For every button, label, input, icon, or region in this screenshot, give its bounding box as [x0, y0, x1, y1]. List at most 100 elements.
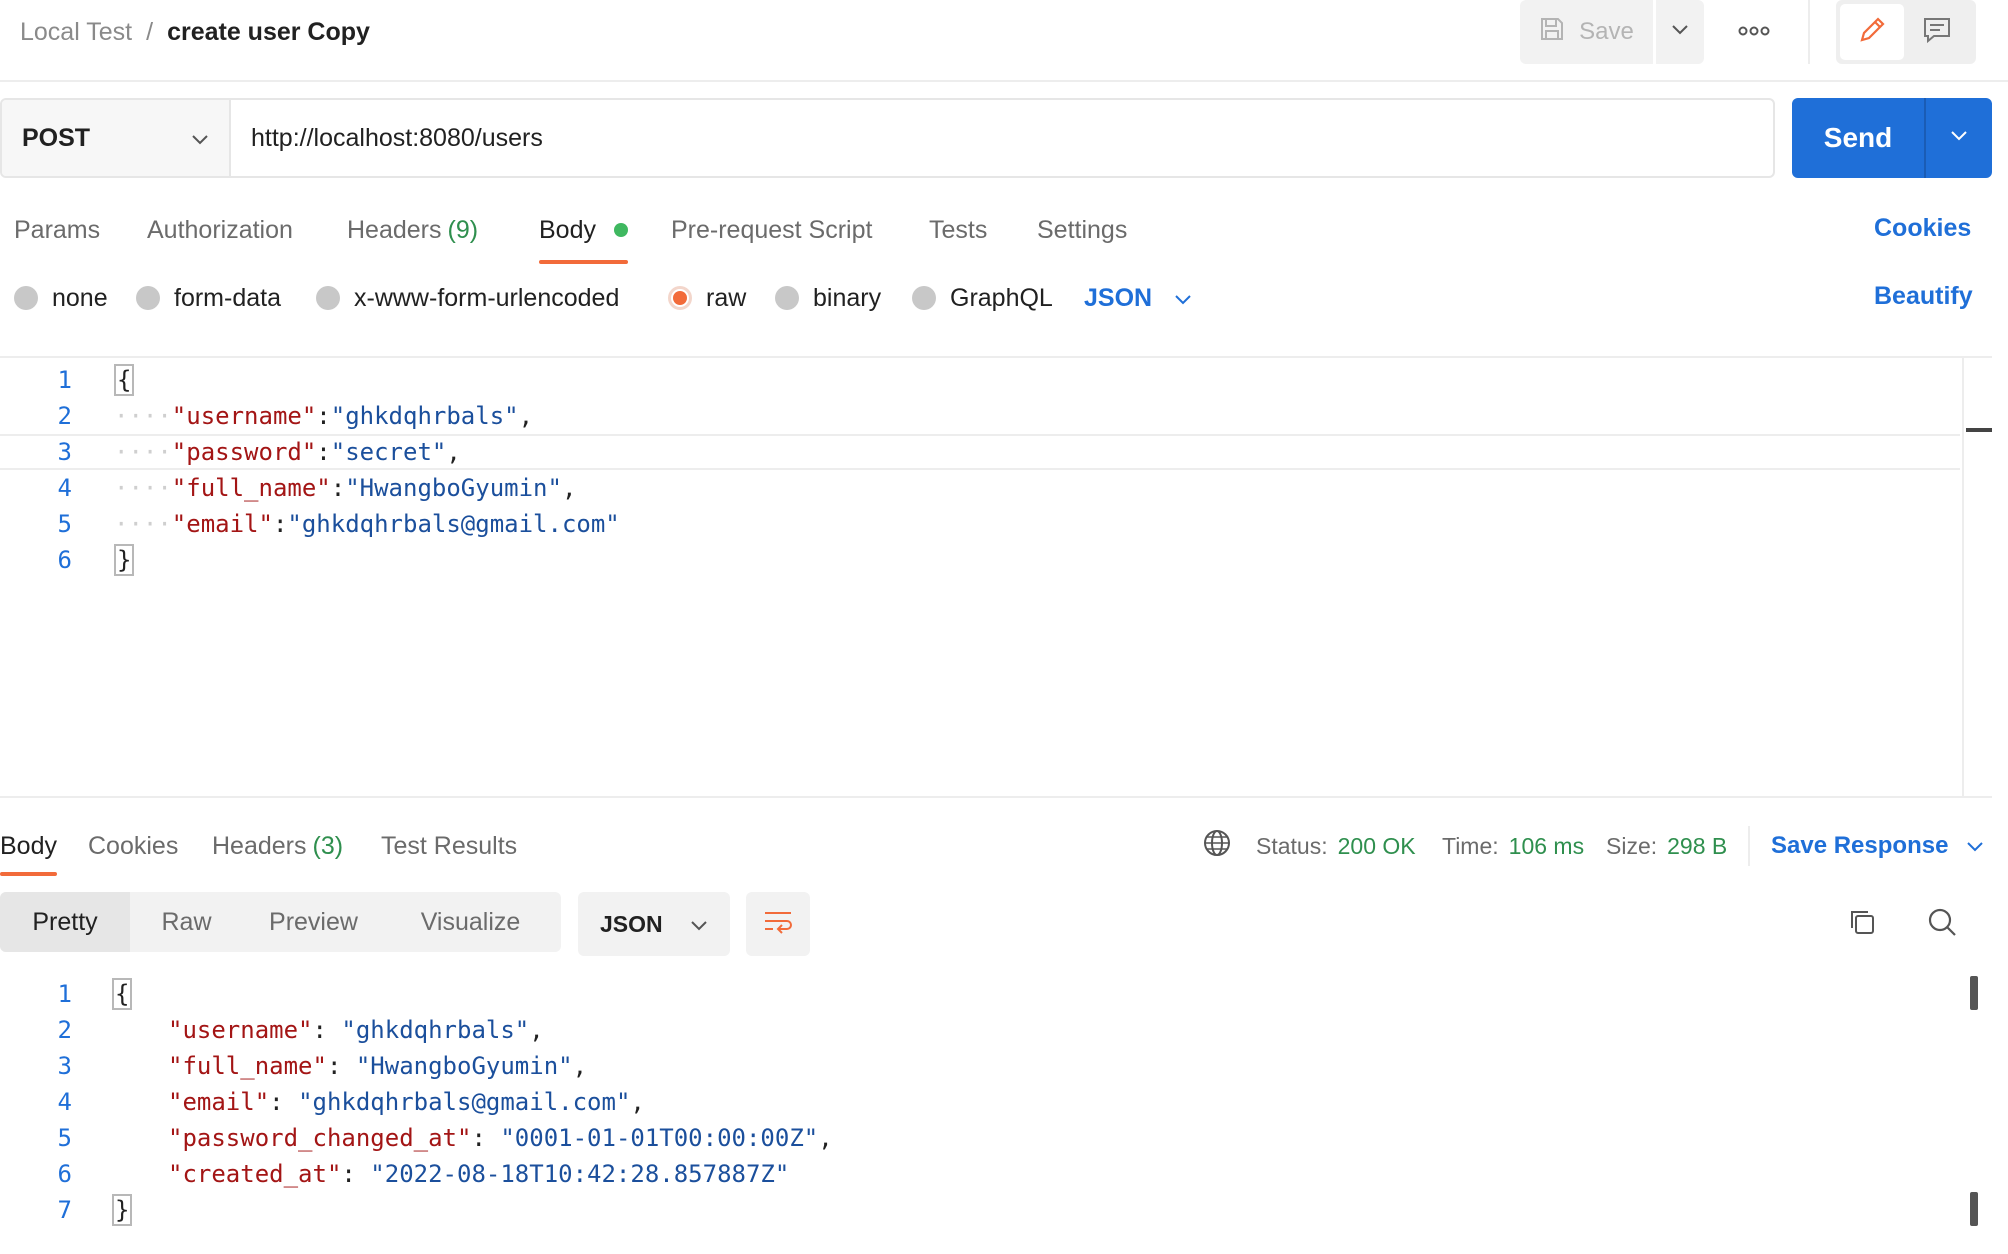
code-line: 6 } [0, 542, 1960, 578]
cookies-link[interactable]: Cookies [1874, 214, 1971, 243]
json-value: "2022-08-18T10:42:28.857887Z" [370, 1160, 790, 1188]
tab-settings[interactable]: Settings [1037, 204, 1127, 256]
tab-params[interactable]: Params [14, 204, 100, 256]
beautify-button[interactable]: Beautify [1874, 282, 1973, 311]
response-time[interactable]: Time: 106 ms [1442, 820, 1584, 872]
json-key: "full_name" [168, 1052, 327, 1080]
more-icon [1738, 23, 1770, 41]
status-label: Status: [1256, 832, 1328, 859]
response-tab-test-results[interactable]: Test Results [381, 820, 517, 872]
save-button[interactable]: Save [1520, 0, 1653, 64]
save-label: Save [1579, 18, 1634, 45]
response-status[interactable]: Status: 200 OK [1256, 820, 1416, 872]
response-body-viewer[interactable]: 1 { 2 "username": "ghkdqhrbals", 3 "full… [0, 972, 1992, 1254]
url-input[interactable]: http://localhost:8080/users [231, 100, 1773, 176]
json-key: "full_name" [171, 474, 331, 502]
network-info-button[interactable] [1202, 820, 1232, 872]
chevron-down-icon [1966, 832, 1984, 860]
view-tab-preview[interactable]: Preview [243, 892, 384, 952]
time-label: Time: [1442, 832, 1499, 859]
line-number: 3 [57, 1052, 72, 1080]
radio-form-data[interactable]: form-data [136, 278, 281, 318]
response-tab-body[interactable]: Body [0, 820, 57, 876]
json-value: "HwangboGyumin" [345, 474, 562, 502]
scrollbar-thumb-top[interactable] [1970, 976, 1978, 1010]
scrollbar-thumb[interactable] [1966, 428, 1992, 432]
json-key: "username" [171, 402, 317, 430]
scrollbar-thumb-bottom[interactable] [1970, 1192, 1978, 1226]
radio-urlencoded[interactable]: x-www-form-urlencoded [316, 278, 619, 318]
view-tab-pretty[interactable]: Pretty [0, 892, 130, 952]
radio-raw[interactable]: raw [668, 278, 746, 318]
chevron-down-icon [1950, 129, 1968, 147]
json-value: "ghkdqhrbals@gmail.com" [287, 510, 620, 538]
request-body-editor[interactable]: 1 { 2 ····"username":"ghkdqhrbals", 3 ··… [0, 356, 1992, 798]
save-options-button[interactable] [1656, 0, 1704, 64]
radio-label: GraphQL [950, 283, 1053, 312]
method-select[interactable]: POST [2, 100, 231, 176]
response-view-tabs: Pretty Raw Preview Visualize [0, 892, 561, 952]
radio-binary[interactable]: binary [775, 278, 881, 318]
code-line-active: 3 ····"password":"secret", [0, 434, 1960, 470]
breadcrumb-parent[interactable]: Local Test [20, 18, 132, 47]
line-number: 5 [57, 510, 72, 538]
more-actions-button[interactable] [1728, 12, 1780, 52]
size-value: 298 B [1667, 832, 1728, 859]
response-tab-cookies[interactable]: Cookies [88, 820, 178, 872]
tab-tests[interactable]: Tests [929, 204, 987, 256]
code-line: 7 } [0, 1192, 1960, 1228]
size-label: Size: [1606, 832, 1658, 859]
copy-button[interactable] [1838, 900, 1886, 948]
radio-dot-selected [668, 286, 692, 310]
format-label: JSON [600, 910, 663, 937]
line-number: 1 [57, 366, 72, 394]
code-line: 1 { [0, 362, 1960, 398]
radio-dot [775, 286, 799, 310]
json-key: "password" [171, 438, 317, 466]
send-options-button[interactable] [1926, 98, 1992, 178]
tab-label: Pre-request Script [671, 215, 873, 244]
radio-label: binary [813, 283, 882, 312]
code-line: 1 { [0, 976, 1960, 1012]
tab-prerequest-script[interactable]: Pre-request Script [671, 204, 872, 256]
save-response-button[interactable]: Save Response [1771, 820, 1984, 872]
response-size[interactable]: Size: 298 B [1606, 820, 1727, 872]
response-tab-headers[interactable]: Headers (3) [212, 820, 343, 872]
code-line: 2 ····"username":"ghkdqhrbals", [0, 398, 1960, 434]
comments-button[interactable] [1904, 4, 1970, 60]
code-line: 4 ····"full_name":"HwangboGyumin", [0, 470, 1960, 506]
code-line: 5 "password_changed_at": "0001-01-01T00:… [0, 1120, 1960, 1156]
json-value: "0001-01-01T00:00:00Z" [500, 1124, 819, 1152]
radio-graphql[interactable]: GraphQL [912, 278, 1053, 318]
open-brace: { [114, 364, 135, 396]
tab-body[interactable]: Body [539, 204, 628, 264]
search-icon [1926, 906, 1958, 943]
request-tabs: Params Authorization Headers (9) Body Pr… [0, 204, 1992, 264]
radio-label: raw [706, 283, 747, 312]
radio-dot [316, 286, 340, 310]
view-tab-visualize[interactable]: Visualize [384, 892, 557, 952]
send-button[interactable]: Send [1792, 98, 1926, 178]
request-name[interactable]: create user Copy [167, 18, 370, 47]
tab-headers[interactable]: Headers (9) [347, 204, 478, 256]
tab-label: Settings [1037, 215, 1128, 244]
tab-authorization[interactable]: Authorization [147, 204, 293, 256]
view-tab-raw[interactable]: Raw [130, 892, 243, 952]
edit-mode-button[interactable] [1840, 4, 1904, 60]
line-number: 1 [57, 980, 72, 1008]
body-format-select[interactable]: JSON [1084, 278, 1192, 318]
wrap-lines-button[interactable] [746, 892, 810, 956]
search-button[interactable] [1918, 900, 1966, 948]
radio-none[interactable]: none [14, 278, 108, 318]
json-comma: , [529, 1016, 544, 1044]
json-comma: , [630, 1088, 645, 1116]
json-key: "username" [168, 1016, 313, 1044]
tab-label: Body [539, 215, 596, 244]
close-brace: } [112, 1194, 133, 1226]
chevron-down-icon [690, 911, 708, 938]
response-tabs: Body Cookies Headers (3) Test Results St… [0, 820, 1992, 876]
breadcrumb-separator: / [146, 18, 154, 46]
editor-scrollbar[interactable] [1962, 358, 1992, 796]
response-format-select[interactable]: JSON [578, 892, 730, 956]
chevron-down-icon [1671, 23, 1689, 41]
